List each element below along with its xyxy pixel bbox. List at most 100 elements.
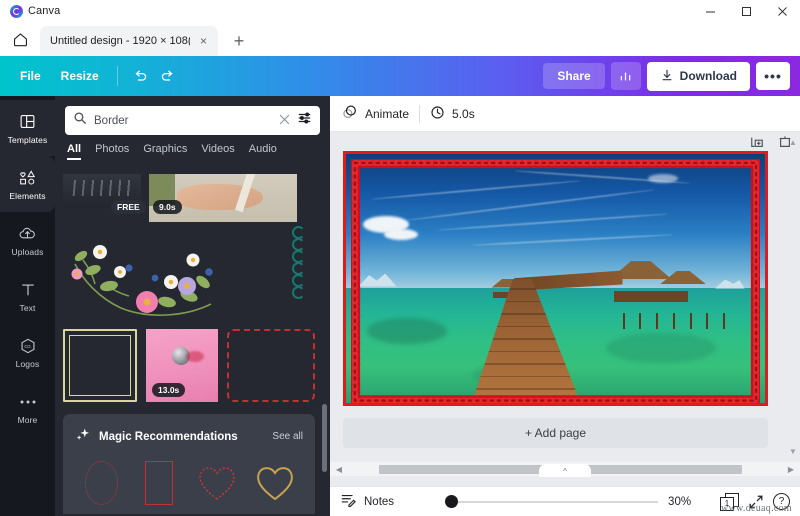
canvas-horizontal-scrollbar[interactable]: ◀ ^ ▶ [330, 462, 800, 476]
editor-topbar: Animate 5.0s [330, 96, 800, 132]
add-page-section: + Add page [343, 418, 768, 448]
editor-divider [419, 105, 420, 123]
duration-label: 5.0s [452, 107, 475, 121]
magic-header: Magic Recommendations See all [75, 426, 303, 447]
add-page-button[interactable]: + Add page [343, 418, 768, 448]
sidebar-item-logos[interactable]: CO. Logos [0, 324, 55, 380]
download-button[interactable]: Download [647, 62, 750, 91]
canvas-vertical-scroll[interactable]: ▲ ▼ [788, 138, 798, 456]
scroll-right-arrow-icon[interactable]: ▶ [786, 465, 796, 474]
animate-circle-icon [342, 104, 358, 123]
shape-heart-outline-gold[interactable] [253, 461, 297, 505]
notes-button[interactable]: Notes [340, 492, 394, 511]
bar-chart-icon[interactable] [611, 62, 641, 90]
tab-all[interactable]: All [67, 143, 81, 160]
animate-label: Animate [365, 107, 409, 121]
tab-graphics[interactable]: Graphics [143, 143, 187, 160]
templates-icon [19, 112, 36, 132]
search-section: Border [55, 96, 330, 135]
search-query-value: Border [94, 115, 272, 127]
zoom-slider[interactable]: 30% [445, 495, 705, 508]
notes-pencil-icon [340, 492, 357, 511]
sidebar-item-templates[interactable]: Templates [0, 100, 55, 156]
sidebar-label-logos: Logos [16, 359, 40, 369]
editor-area: Animate 5.0s [330, 96, 800, 516]
upload-cloud-icon [18, 224, 37, 244]
tab-title-label: Untitled design - 1920 × 108( [50, 35, 190, 47]
scroll-down-arrow-icon[interactable]: ▼ [789, 447, 797, 456]
sliders-filter-icon[interactable] [297, 111, 312, 130]
magic-title-label: Magic Recommendations [99, 431, 264, 443]
canvas-area: + Add page ▲ ▼ [330, 132, 800, 462]
badge-free: FREE [111, 200, 146, 214]
magic-shapes-row [75, 461, 303, 505]
scroll-up-arrow-icon[interactable]: ▲ [789, 138, 797, 147]
status-bar: Notes 30% 1 ? www.deuaq.com [330, 486, 800, 516]
sparkle-icon [75, 426, 91, 447]
floral-wreath-graphic [63, 224, 263, 320]
zoom-slider-track[interactable] [458, 501, 658, 503]
download-label: Download [680, 69, 737, 83]
hut-right [614, 291, 688, 302]
sidebar-label-more: More [18, 415, 38, 425]
sidebar-item-more[interactable]: More [0, 380, 55, 436]
sketch-art [67, 180, 135, 196]
share-button[interactable]: Share [543, 63, 604, 89]
sidebar-item-uploads[interactable]: Uploads [0, 212, 55, 268]
result-frame-gold[interactable] [63, 329, 137, 402]
close-button[interactable] [764, 0, 800, 22]
home-icon[interactable] [0, 22, 40, 56]
magic-recommendations-card: Magic Recommendations See all [63, 414, 315, 514]
see-all-link[interactable]: See all [272, 431, 303, 442]
app-name-label: Canva [28, 5, 60, 17]
sidebar-label-text: Text [20, 303, 36, 313]
page-duration[interactable]: 5.0s [430, 105, 475, 123]
more-options-button[interactable]: ••• [756, 62, 790, 90]
file-menu-button[interactable]: File [10, 64, 51, 88]
shape-ellipse-outline[interactable] [79, 461, 123, 505]
shape-rectangle-outline[interactable] [137, 461, 181, 505]
window-controls [692, 0, 800, 22]
search-results-grid: FREE 9.0s [55, 174, 330, 516]
hscroll-track[interactable]: ^ [344, 465, 786, 474]
search-icon [73, 111, 87, 130]
tab-close-icon[interactable]: × [196, 34, 211, 49]
sidebar-label-templates: Templates [8, 135, 48, 145]
resize-button[interactable]: Resize [51, 64, 109, 88]
result-frame-pink-video[interactable]: 13.0s [146, 329, 218, 402]
maximize-button[interactable] [728, 0, 764, 22]
clear-x-icon[interactable] [279, 113, 290, 128]
canva-editor-window: Canva Untitled design - 1920 × 108( × + [0, 0, 800, 516]
sidebar-item-text[interactable]: Text [0, 268, 55, 324]
left-sidebar-rail: Templates Elements Uploads [0, 96, 55, 516]
tab-photos[interactable]: Photos [95, 143, 129, 160]
browser-tab[interactable]: Untitled design - 1920 × 108( × [40, 26, 218, 56]
artboard[interactable] [343, 151, 768, 406]
sidebar-label-uploads: Uploads [12, 247, 44, 257]
zoom-slider-knob[interactable] [445, 495, 458, 508]
clock-icon [430, 105, 445, 123]
scroll-left-arrow-icon[interactable]: ◀ [334, 465, 344, 474]
search-input[interactable]: Border [65, 106, 320, 135]
text-icon [20, 280, 36, 300]
redo-icon[interactable] [154, 63, 182, 89]
sky-layer [346, 154, 765, 296]
app-identity: Canva [10, 5, 60, 18]
panel-scrollbar[interactable] [322, 404, 327, 472]
result-frame-red-dashed[interactable] [227, 329, 315, 402]
results-row-floral[interactable] [63, 224, 322, 324]
new-tab-button[interactable]: + [224, 26, 254, 56]
result-thumbnail-video[interactable] [149, 174, 297, 222]
filter-tabs: All Photos Graphics Videos Audio [55, 135, 330, 160]
tab-videos[interactable]: Videos [201, 143, 234, 160]
beach-photo [346, 154, 765, 403]
animate-button[interactable]: Animate [342, 104, 409, 123]
tab-audio[interactable]: Audio [249, 143, 277, 160]
timeline-expand-handle[interactable]: ^ [539, 464, 591, 477]
undo-icon[interactable] [126, 63, 154, 89]
minimize-button[interactable] [692, 0, 728, 22]
sidebar-item-elements[interactable]: Elements [0, 156, 55, 212]
window-titlebar: Canva [0, 0, 800, 22]
logos-icon: CO. [19, 336, 37, 356]
shape-heart-outline-red[interactable] [195, 461, 239, 505]
